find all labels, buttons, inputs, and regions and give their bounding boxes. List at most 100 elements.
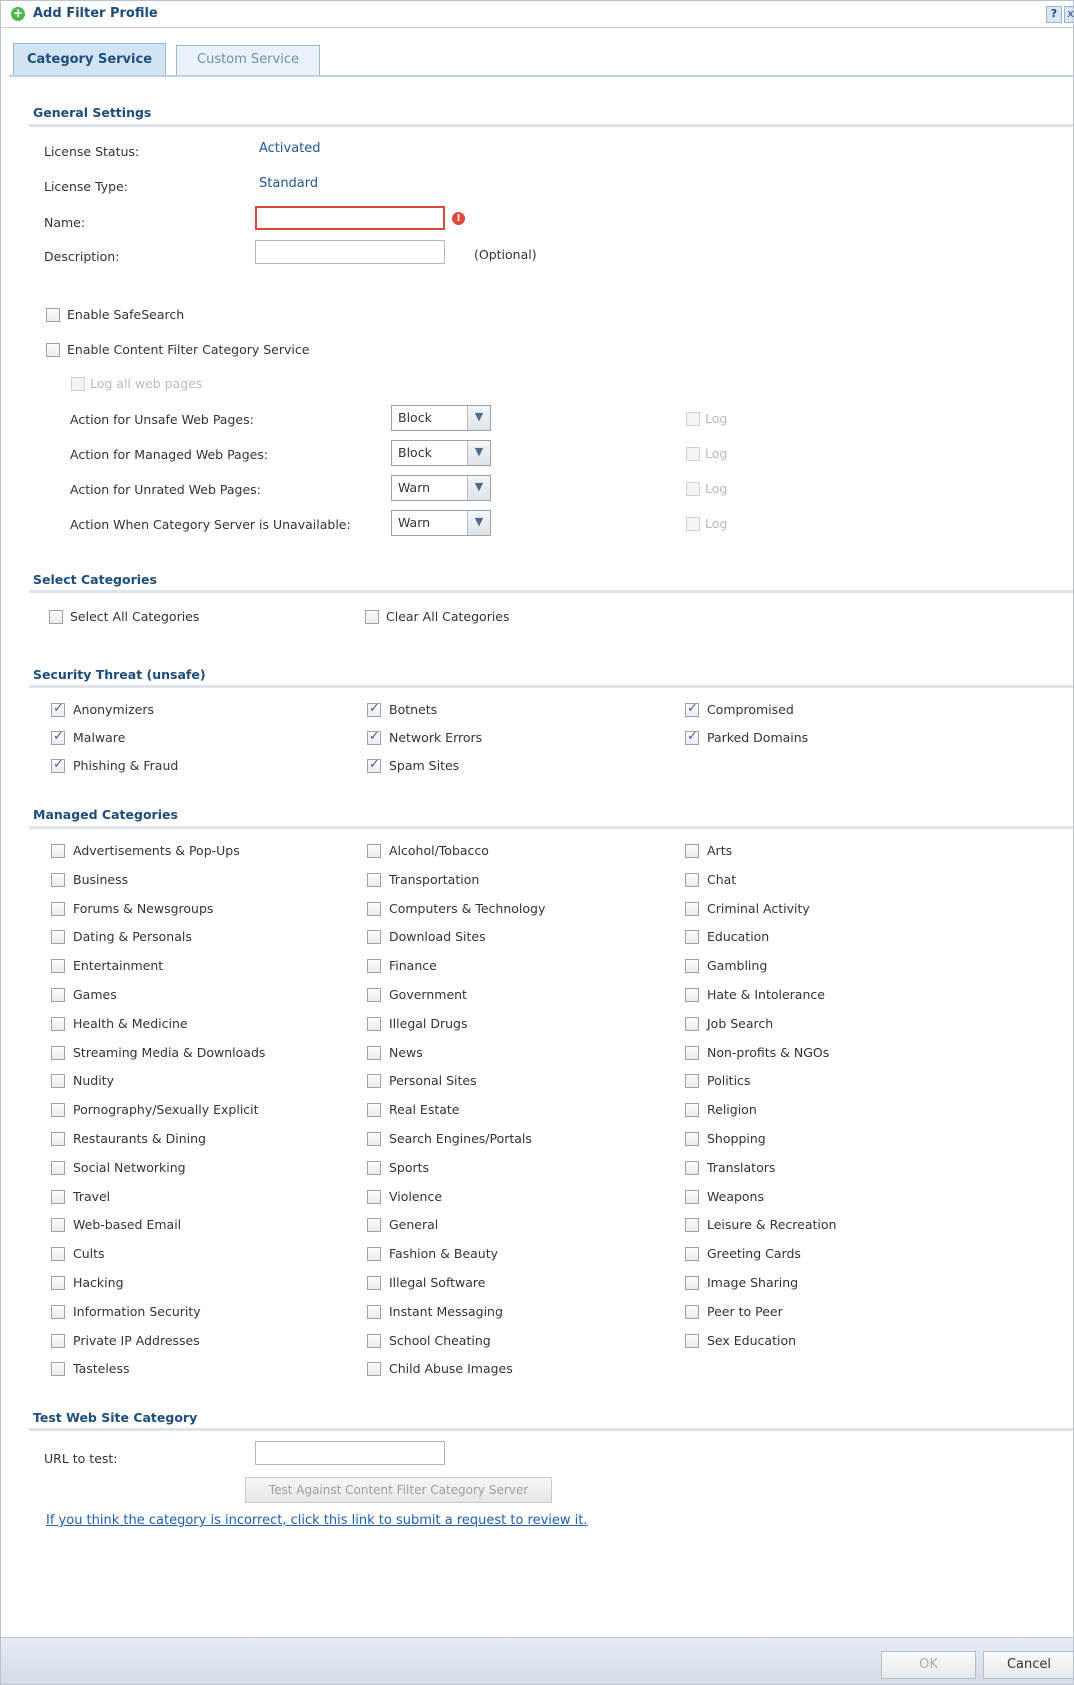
action-unrated-select[interactable]: Warn ▼ — [391, 475, 491, 501]
ok-button[interactable]: OK — [881, 1651, 976, 1679]
managed-category-checkbox[interactable] — [51, 1132, 65, 1146]
clear-all-checkbox[interactable] — [365, 610, 379, 624]
managed-category-checkbox[interactable] — [367, 901, 381, 916]
log-all-checkbox[interactable] — [71, 377, 85, 391]
managed-category-checkbox[interactable] — [685, 930, 699, 945]
description-input[interactable] — [255, 240, 445, 264]
threat-category-checkbox[interactable] — [367, 757, 381, 773]
managed-category-checkbox[interactable] — [51, 959, 65, 974]
managed-category-checkbox[interactable] — [685, 959, 699, 974]
managed-category-checkbox[interactable] — [685, 1160, 699, 1175]
threat-category-checkbox[interactable] — [685, 729, 699, 745]
url-input[interactable] — [255, 1441, 445, 1465]
threat-category-checkbox[interactable] — [51, 701, 65, 717]
managed-category-checkbox[interactable] — [367, 1074, 381, 1089]
threat-category-checkbox[interactable] — [685, 701, 699, 717]
threat-category-label: Botnets — [389, 702, 438, 717]
managed-category-checkbox[interactable] — [367, 1045, 381, 1060]
managed-category-label: Computers & Technology — [389, 900, 546, 916]
managed-category-checkbox[interactable] — [51, 1276, 65, 1290]
managed-category-checkbox[interactable] — [51, 1247, 65, 1262]
cancel-button[interactable]: Cancel — [983, 1651, 1073, 1679]
managed-category-checkbox[interactable] — [51, 1016, 65, 1031]
review-request-link[interactable]: If you think the category is incorrect, … — [46, 1513, 588, 1528]
managed-category-checkbox[interactable] — [685, 1074, 699, 1089]
managed-category-checkbox[interactable] — [367, 1247, 381, 1262]
managed-category-checkbox[interactable] — [685, 1247, 699, 1262]
managed-category-checkbox[interactable] — [367, 1189, 381, 1204]
managed-category-checkbox[interactable] — [51, 1189, 65, 1204]
managed-category-checkbox[interactable] — [685, 1189, 699, 1204]
threat-category-checkbox[interactable] — [367, 729, 381, 745]
managed-category-label: Finance — [389, 958, 437, 974]
managed-category-checkbox[interactable] — [51, 1160, 65, 1175]
managed-category-checkbox[interactable] — [685, 1218, 699, 1233]
log-managed-checkbox[interactable] — [686, 447, 700, 461]
managed-category-checkbox[interactable] — [685, 1016, 699, 1031]
managed-category-checkbox[interactable] — [367, 1362, 381, 1377]
managed-category-checkbox[interactable] — [685, 1045, 699, 1060]
managed-category-checkbox[interactable] — [51, 1103, 65, 1118]
managed-category-checkbox[interactable] — [51, 901, 65, 916]
managed-category-checkbox[interactable] — [367, 1218, 381, 1233]
managed-category-checkbox[interactable] — [367, 959, 381, 974]
managed-category-checkbox[interactable] — [51, 872, 65, 887]
action-managed-select[interactable]: Block ▼ — [391, 440, 491, 466]
name-input[interactable] — [255, 206, 445, 230]
managed-category-checkbox[interactable] — [51, 1045, 65, 1060]
chevron-down-icon: ▼ — [467, 511, 490, 535]
action-unavailable-select[interactable]: Warn ▼ — [391, 510, 491, 536]
threat-category-checkbox[interactable] — [367, 701, 381, 717]
managed-category-checkbox[interactable] — [685, 1304, 699, 1319]
managed-category-checkbox[interactable] — [367, 1132, 381, 1146]
enable-safesearch-checkbox[interactable] — [46, 308, 60, 322]
managed-category-label: Search Engines/Portals — [389, 1131, 532, 1146]
tab-custom-service[interactable]: Custom Service — [176, 45, 320, 75]
managed-category-checkbox[interactable] — [51, 1218, 65, 1233]
threat-category-checkbox[interactable] — [51, 757, 65, 773]
managed-category-checkbox[interactable] — [685, 1132, 699, 1146]
managed-category-checkbox[interactable] — [367, 1276, 381, 1290]
managed-category-checkbox[interactable] — [51, 988, 65, 1002]
action-unsafe-select[interactable]: Block ▼ — [391, 405, 491, 431]
managed-category-checkbox[interactable] — [51, 844, 65, 858]
managed-category-checkbox[interactable] — [685, 901, 699, 916]
managed-category-label: Travel — [73, 1188, 111, 1204]
managed-category-checkbox[interactable] — [367, 1333, 381, 1348]
managed-category-checkbox[interactable] — [367, 1304, 381, 1319]
log-unsafe-label: Log — [705, 411, 728, 426]
managed-category-checkbox[interactable] — [51, 1362, 65, 1377]
managed-category-checkbox[interactable] — [367, 1160, 381, 1175]
managed-category-checkbox[interactable] — [367, 1016, 381, 1031]
managed-category-checkbox[interactable] — [685, 872, 699, 887]
managed-category-checkbox[interactable] — [367, 844, 381, 858]
test-site-title: Test Web Site Category — [33, 1410, 198, 1425]
threat-category-checkbox[interactable] — [51, 729, 65, 745]
close-icon[interactable]: x — [1064, 6, 1073, 23]
log-unrated-checkbox[interactable] — [686, 482, 700, 496]
managed-category-checkbox[interactable] — [367, 988, 381, 1002]
log-unsafe-checkbox[interactable] — [686, 412, 700, 426]
managed-category-checkbox[interactable] — [685, 1333, 699, 1348]
log-unavailable-checkbox[interactable] — [686, 517, 700, 531]
managed-category-checkbox[interactable] — [685, 988, 699, 1002]
test-category-button[interactable]: Test Against Content Filter Category Ser… — [245, 1477, 552, 1503]
managed-category-label: Advertisements & Pop-Ups — [73, 843, 240, 858]
managed-category-checkbox[interactable] — [367, 1103, 381, 1118]
managed-category-checkbox[interactable] — [51, 1074, 65, 1089]
managed-category-checkbox[interactable] — [51, 1304, 65, 1319]
help-icon[interactable]: ? — [1046, 6, 1062, 23]
threat-category-label: Spam Sites — [389, 758, 460, 773]
managed-category-checkbox[interactable] — [51, 1333, 65, 1348]
enable-cf-checkbox[interactable] — [46, 343, 60, 357]
tab-category-service[interactable]: Category Service — [13, 43, 166, 77]
managed-category-checkbox[interactable] — [685, 1276, 699, 1290]
threat-category-label: Anonymizers — [73, 702, 154, 717]
managed-category-label: Religion — [707, 1102, 757, 1118]
select-all-checkbox[interactable] — [49, 610, 63, 624]
managed-category-checkbox[interactable] — [51, 930, 65, 945]
managed-category-checkbox[interactable] — [685, 1103, 699, 1118]
managed-category-checkbox[interactable] — [367, 872, 381, 887]
managed-category-checkbox[interactable] — [685, 844, 699, 858]
managed-category-checkbox[interactable] — [367, 930, 381, 945]
